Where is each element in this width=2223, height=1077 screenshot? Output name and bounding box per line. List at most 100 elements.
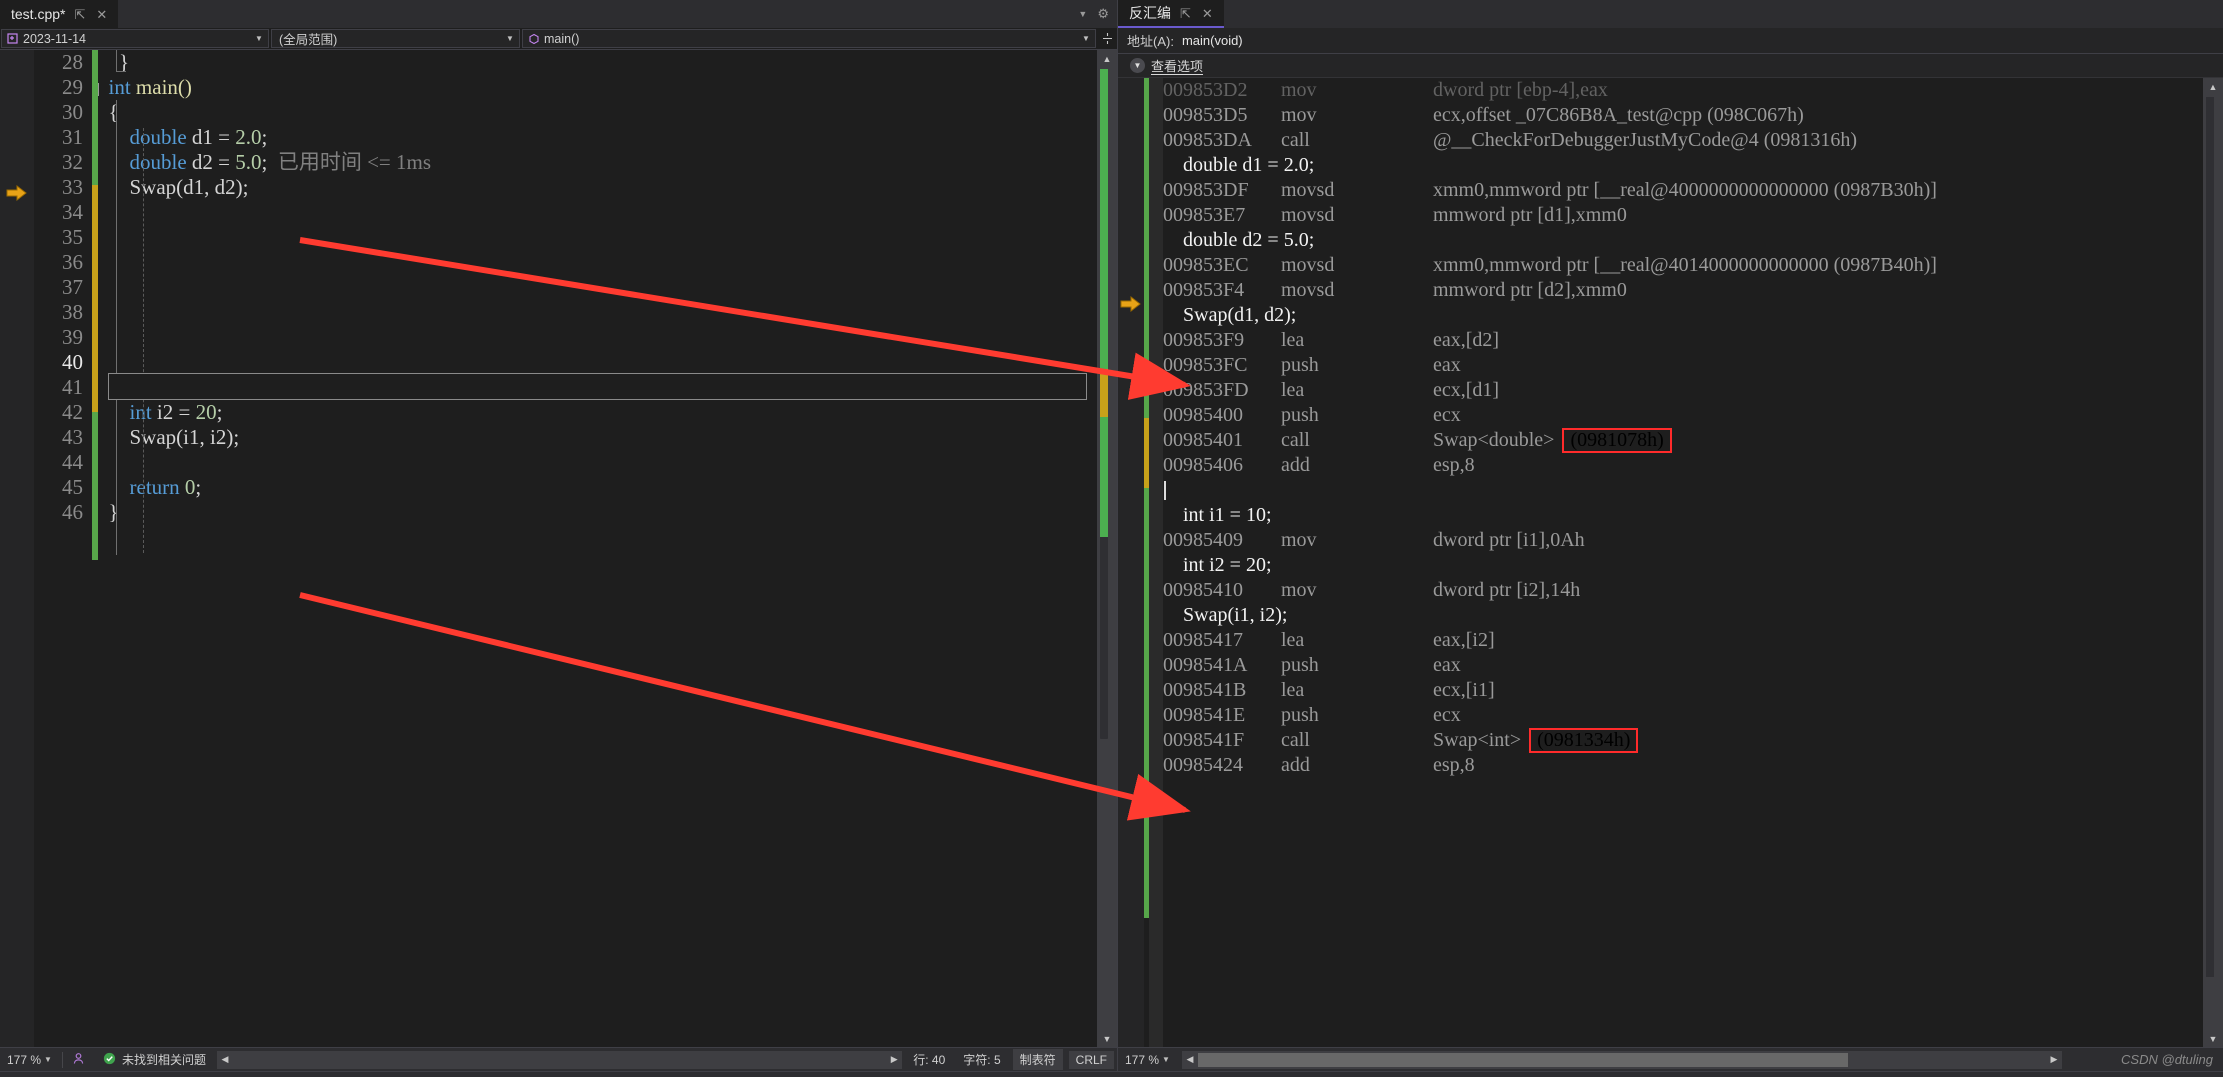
disassembly-listing[interactable]: 009853D2 mov dword ptr [ebp-4],eax 009853D5…	[1118, 78, 2223, 1047]
disassembly-instruction-row[interactable]: 00985409 mov dword ptr [i1],0Ah	[1163, 528, 2203, 553]
disassembly-instruction-row[interactable]: 009853F9 lea eax,[d2]	[1163, 328, 2203, 353]
disassembly-instruction-row[interactable]: 0098541B lea ecx,[i1]	[1163, 678, 2203, 703]
split-editor-icon[interactable]	[1098, 29, 1117, 48]
chevron-down-circle-icon[interactable]: ▼	[1130, 58, 1145, 73]
code-line[interactable]	[98, 200, 1097, 225]
editor-scroll-map[interactable]	[1100, 69, 1108, 739]
disassembly-source-line[interactable]: Swap(d1, d2);	[1163, 303, 2203, 328]
code-line[interactable]: Swap(i1, i2);	[98, 425, 1097, 450]
disassembly-instruction-row[interactable]: 00985424 add esp,8	[1163, 753, 2203, 778]
account-icon[interactable]	[63, 1052, 94, 1068]
instruction-operands: Swap<int>	[1433, 729, 1522, 751]
line-ending-mode[interactable]: CRLF	[1068, 1050, 1114, 1069]
disassembly-instruction-row[interactable]: 009853DA call @__CheckForDebuggerJustMyCod…	[1163, 128, 2203, 153]
chevron-right-icon[interactable]: ▶	[886, 1054, 902, 1065]
code-line[interactable]	[98, 225, 1097, 250]
code-line[interactable]: Swap(d1, d2);	[98, 175, 1097, 200]
project-selector[interactable]: 2023-11-14 ▼	[1, 29, 269, 48]
chevron-down-icon[interactable]: ▼	[1079, 34, 1093, 43]
disassembly-instruction-row[interactable]: 0098541F call Swap<int> (0981334h)	[1163, 728, 2203, 753]
disassembly-instruction-row[interactable]: 00985401 call Swap<double> (0981078h)	[1163, 428, 2203, 453]
close-icon[interactable]: ✕	[1200, 6, 1215, 21]
disassembly-source-line[interactable]: int i2 = 20;	[1163, 553, 2203, 578]
chevron-right-icon[interactable]: ▶	[2046, 1054, 2062, 1065]
address-input[interactable]: main(void)	[1182, 33, 2223, 48]
gear-icon[interactable]: ⚙	[1097, 6, 1109, 22]
chevron-down-icon[interactable]: ▼	[1162, 1055, 1170, 1064]
disassembly-instruction-row[interactable]: 009853F4 movsd mmword ptr [d2],xmm0	[1163, 278, 2203, 303]
scroll-up-icon[interactable]: ▲	[2203, 78, 2223, 95]
editor-glyph-margin[interactable]	[0, 50, 34, 1047]
code-line[interactable]	[98, 250, 1097, 275]
editor-horizontal-scrollbar[interactable]: ◀ ▶	[217, 1050, 903, 1069]
code-line[interactable]: }	[98, 500, 1097, 525]
scroll-down-icon[interactable]: ▼	[2203, 1030, 2223, 1047]
editor-text-area[interactable]: 28293031323334353637383940414243444546 −…	[0, 50, 1117, 1047]
current-line-highlight	[108, 373, 1087, 400]
code-line[interactable]	[98, 300, 1097, 325]
problems-indicator[interactable]: 未找到相关问题	[94, 1051, 215, 1068]
tab-test-cpp[interactable]: test.cpp* ⇱ ✕	[0, 0, 119, 28]
disassembly-instruction-row[interactable]: 009853D2 mov dword ptr [ebp-4],eax	[1163, 78, 2203, 103]
disassembly-glyph-margin[interactable]	[1118, 78, 1144, 1047]
code-line[interactable]	[98, 325, 1097, 350]
editor-vertical-scrollbar[interactable]: ▲ ▼	[1097, 50, 1117, 1047]
close-icon[interactable]: ✕	[94, 7, 109, 22]
disassembly-code[interactable]: 009853D2 mov dword ptr [ebp-4],eax 009853D5…	[1163, 78, 2203, 1047]
chevron-left-icon[interactable]: ◀	[217, 1054, 233, 1065]
tab-disassembly[interactable]: 反汇编 ⇱ ✕	[1118, 0, 1224, 28]
disassembly-instruction-row[interactable]: 00985417 lea eax,[i2]	[1163, 628, 2203, 653]
disassembly-instruction-row[interactable]: 009853E7 movsd mmword ptr [d1],xmm0	[1163, 203, 2203, 228]
collapse-toggle-icon[interactable]: −	[98, 83, 99, 96]
chevron-down-icon[interactable]: ▼	[44, 1055, 52, 1064]
h-scroll-thumb[interactable]	[1198, 1052, 1848, 1067]
disassembly-source-line[interactable]: Swap(i1, i2);	[1163, 603, 2203, 628]
instruction-address: 0098541F	[1163, 729, 1245, 751]
disassembly-instruction-row[interactable]: 0098541E push ecx	[1163, 703, 2203, 728]
disassembly-zoom-control[interactable]: 177 % ▼	[1118, 1053, 1180, 1067]
code-line[interactable]: return 0;	[98, 475, 1097, 500]
code-line[interactable]: {	[98, 100, 1097, 125]
execution-pointer-icon	[1120, 294, 1142, 314]
disassembly-instruction-row[interactable]: 00985400 push ecx	[1163, 403, 2203, 428]
chevron-down-icon[interactable]: ▼	[503, 34, 517, 43]
code-line[interactable]: int main()	[98, 75, 1097, 100]
disassembly-instruction-row[interactable]: 009853EC movsd xmm0,mmword ptr [__real@401…	[1163, 253, 2203, 278]
chevron-down-icon[interactable]: ▼	[252, 34, 266, 43]
disassembly-vertical-scrollbar[interactable]: ▲ ▼	[2203, 78, 2223, 1047]
chevron-down-icon[interactable]: ▼	[1078, 9, 1087, 19]
indentation-mode[interactable]: 制表符	[1012, 1049, 1063, 1070]
disassembly-source-line[interactable]: double d2 = 5.0;	[1163, 228, 2203, 253]
code-line[interactable]: int i2 = 20;	[98, 400, 1097, 425]
disassembly-source-line[interactable]: int i1 = 10;	[1163, 503, 2203, 528]
disassembly-instruction-row[interactable]: 009853D5 mov ecx,offset _07C86B8A_test@cpp…	[1163, 103, 2203, 128]
disassembly-blank-line[interactable]	[1163, 478, 2203, 503]
disassembly-instruction-row[interactable]: 009853FC push eax	[1163, 353, 2203, 378]
code-line[interactable]	[98, 275, 1097, 300]
view-options-toggle[interactable]: ▼ 查看选项	[1118, 54, 2223, 78]
disassembly-scroll-map[interactable]	[2206, 97, 2214, 977]
scope-selector[interactable]: (全局范围) ▼	[271, 29, 520, 48]
instruction-mnemonic: add	[1281, 454, 1310, 476]
editor-code[interactable]: − } int main() { double d1 = 2.0; double…	[98, 50, 1097, 1047]
disassembly-instruction-row[interactable]: 009853FD lea ecx,[d1]	[1163, 378, 2203, 403]
code-line[interactable]: double d2 = 5.0; 已用时间 <= 1ms	[98, 150, 1097, 175]
code-line[interactable]	[98, 350, 1097, 375]
disassembly-instruction-row[interactable]: 009853DF movsd xmm0,mmword ptr [__real@400…	[1163, 178, 2203, 203]
disassembly-instruction-row[interactable]: 00985410 mov dword ptr [i2],14h	[1163, 578, 2203, 603]
instruction-operands: xmm0,mmword ptr [__real@4014000000000000…	[1433, 254, 1937, 276]
pin-icon[interactable]: ⇱	[72, 7, 87, 22]
disassembly-instruction-row[interactable]: 0098541A push eax	[1163, 653, 2203, 678]
editor-zoom-control[interactable]: 177 % ▼	[0, 1053, 62, 1067]
code-line[interactable]: }	[98, 50, 1097, 75]
code-line[interactable]: double d1 = 2.0;	[98, 125, 1097, 150]
disassembly-instruction-row[interactable]: 00985406 add esp,8	[1163, 453, 2203, 478]
member-selector[interactable]: main() ▼	[522, 29, 1096, 48]
disassembly-source-line[interactable]: double d1 = 2.0;	[1163, 153, 2203, 178]
scroll-down-icon[interactable]: ▼	[1097, 1030, 1117, 1047]
disassembly-horizontal-scrollbar[interactable]: ◀ ▶	[1182, 1050, 2062, 1069]
chevron-left-icon[interactable]: ◀	[1182, 1054, 1198, 1065]
code-line[interactable]	[98, 450, 1097, 475]
pin-icon[interactable]: ⇱	[1178, 6, 1193, 21]
scroll-up-icon[interactable]: ▲	[1097, 50, 1117, 67]
